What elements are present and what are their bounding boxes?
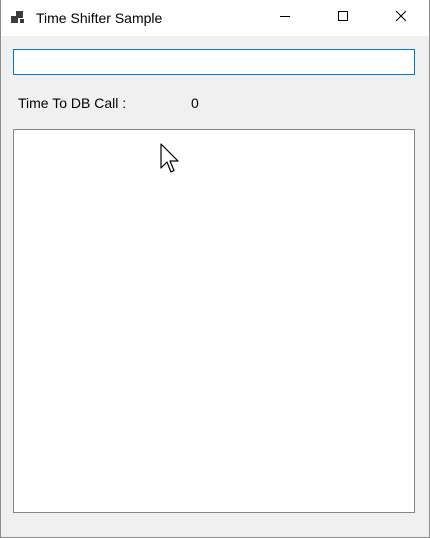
title-bar[interactable]: Time Shifter Sample (1, 0, 429, 36)
app-window: Time Shifter Sample Time To DB Call: 0 (0, 0, 430, 538)
maximize-button[interactable] (314, 0, 372, 36)
minimize-button[interactable] (256, 0, 314, 36)
output-listbox[interactable] (13, 129, 415, 513)
app-icon[interactable] (11, 10, 27, 26)
close-icon (395, 9, 407, 27)
window-title: Time Shifter Sample (36, 10, 163, 26)
minimize-icon (279, 9, 291, 27)
close-button[interactable] (372, 0, 430, 36)
db-call-label: Time To DB Call : (18, 95, 127, 111)
text-input[interactable] (13, 49, 415, 75)
maximize-icon (337, 9, 349, 27)
db-call-value: 0 (191, 95, 199, 111)
